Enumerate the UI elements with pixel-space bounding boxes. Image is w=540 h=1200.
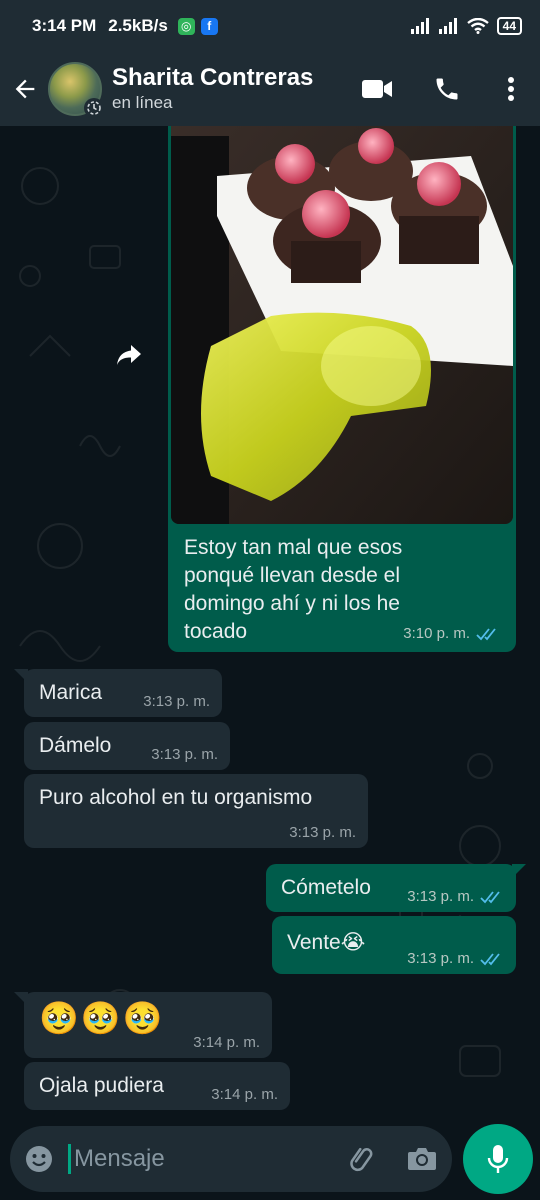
voice-call-button[interactable] xyxy=(412,59,482,119)
message-text: Vente😭 xyxy=(287,931,366,954)
attach-button[interactable] xyxy=(332,1126,392,1192)
video-camera-icon xyxy=(362,80,392,98)
incoming-message[interactable]: Dámelo 3:13 p. m. xyxy=(24,722,230,770)
contact-status: en línea xyxy=(112,93,173,112)
status-time: 3:14 PM xyxy=(32,16,97,35)
message-time: 3:13 p. m. xyxy=(407,950,474,967)
composer-bar: Mensaje xyxy=(0,1124,540,1200)
more-options-button[interactable] xyxy=(482,59,540,119)
incoming-message[interactable]: 🥹🥹🥹 3:14 p. m. xyxy=(14,992,272,1058)
chat-header: Sharita Contreras en línea xyxy=(0,52,540,126)
disappearing-timer-icon xyxy=(84,98,104,118)
message-input[interactable]: Mensaje xyxy=(68,1144,332,1174)
message-text: Dámelo xyxy=(39,734,112,757)
more-vertical-icon xyxy=(508,77,514,101)
incoming-message[interactable]: Marica 3:13 p. m. xyxy=(14,669,222,717)
incoming-message[interactable]: Puro alcohol en tu organismo 3:13 p. m. xyxy=(24,774,368,848)
chat-area[interactable]: Estoy tan mal que esos ponqué llevan des… xyxy=(0,126,540,1126)
back-arrow-icon xyxy=(15,79,35,99)
incoming-message[interactable]: Ojala pudiera 3:14 p. m. xyxy=(24,1062,290,1110)
message-time: 3:13 p. m. xyxy=(151,746,218,763)
message-time: 3:10 p. m. xyxy=(403,625,470,642)
message-time: 3:13 p. m. xyxy=(407,888,474,905)
message-composer[interactable]: Mensaje xyxy=(10,1126,452,1192)
back-button[interactable] xyxy=(2,66,48,112)
message-meta: 3:10 p. m. xyxy=(403,625,500,642)
video-call-button[interactable] xyxy=(342,59,412,119)
message-text: Cómetelo xyxy=(281,876,371,899)
message-meta: 3:13 p. m. xyxy=(407,888,504,905)
forward-button[interactable] xyxy=(106,332,152,378)
message-time: 3:13 p. m. xyxy=(143,693,210,710)
paperclip-icon xyxy=(350,1147,373,1172)
message-text: Puro alcohol en tu organismo xyxy=(39,786,313,809)
emoji-button[interactable] xyxy=(10,1126,68,1192)
phone-icon xyxy=(436,78,458,100)
status-bar: 3:14 PM 2.5kB/s ◎ f 44 xyxy=(0,0,540,52)
message-photo[interactable] xyxy=(171,126,513,524)
message-text: 🥹🥹🥹 xyxy=(39,1000,165,1036)
contact-info[interactable]: Sharita Contreras en línea xyxy=(112,64,342,114)
wifi-icon xyxy=(466,18,489,34)
read-ticks-icon xyxy=(480,952,500,965)
message-time: 3:14 p. m. xyxy=(211,1086,278,1103)
message-time: 3:13 p. m. xyxy=(289,824,356,841)
message-time: 3:14 p. m. xyxy=(193,1034,260,1051)
image-caption: Estoy tan mal que esos ponqué llevan des… xyxy=(184,536,403,643)
contact-avatar-button[interactable] xyxy=(48,62,104,118)
message-placeholder: Mensaje xyxy=(74,1145,165,1172)
emoji-icon xyxy=(26,1146,52,1172)
microphone-icon xyxy=(487,1145,509,1173)
voice-message-button[interactable] xyxy=(463,1124,533,1194)
battery-indicator: 44 xyxy=(496,17,522,35)
cupcakes-photo xyxy=(171,126,513,524)
app-notification-icon: ◎ xyxy=(177,17,195,35)
image-message[interactable]: Estoy tan mal que esos ponqué llevan des… xyxy=(168,126,516,652)
facebook-icon: f xyxy=(200,17,218,35)
outgoing-message[interactable]: Vente😭 3:13 p. m. xyxy=(272,916,516,974)
contact-name: Sharita Contreras xyxy=(112,64,314,91)
forward-arrow-icon xyxy=(117,345,141,365)
network-speed: 2.5kB/s xyxy=(108,16,168,35)
message-text: Marica xyxy=(39,681,103,704)
message-text: Ojala pudiera xyxy=(39,1074,164,1097)
read-ticks-icon xyxy=(476,627,496,640)
message-meta: 3:13 p. m. xyxy=(407,950,504,967)
outgoing-message[interactable]: Cómetelo 3:13 p. m. xyxy=(266,864,526,912)
camera-icon xyxy=(408,1148,436,1170)
camera-button[interactable] xyxy=(392,1126,452,1192)
read-ticks-icon xyxy=(480,890,500,903)
signal-icon xyxy=(410,18,429,34)
text-cursor xyxy=(68,1144,71,1174)
signal-icon-2 xyxy=(438,18,457,34)
